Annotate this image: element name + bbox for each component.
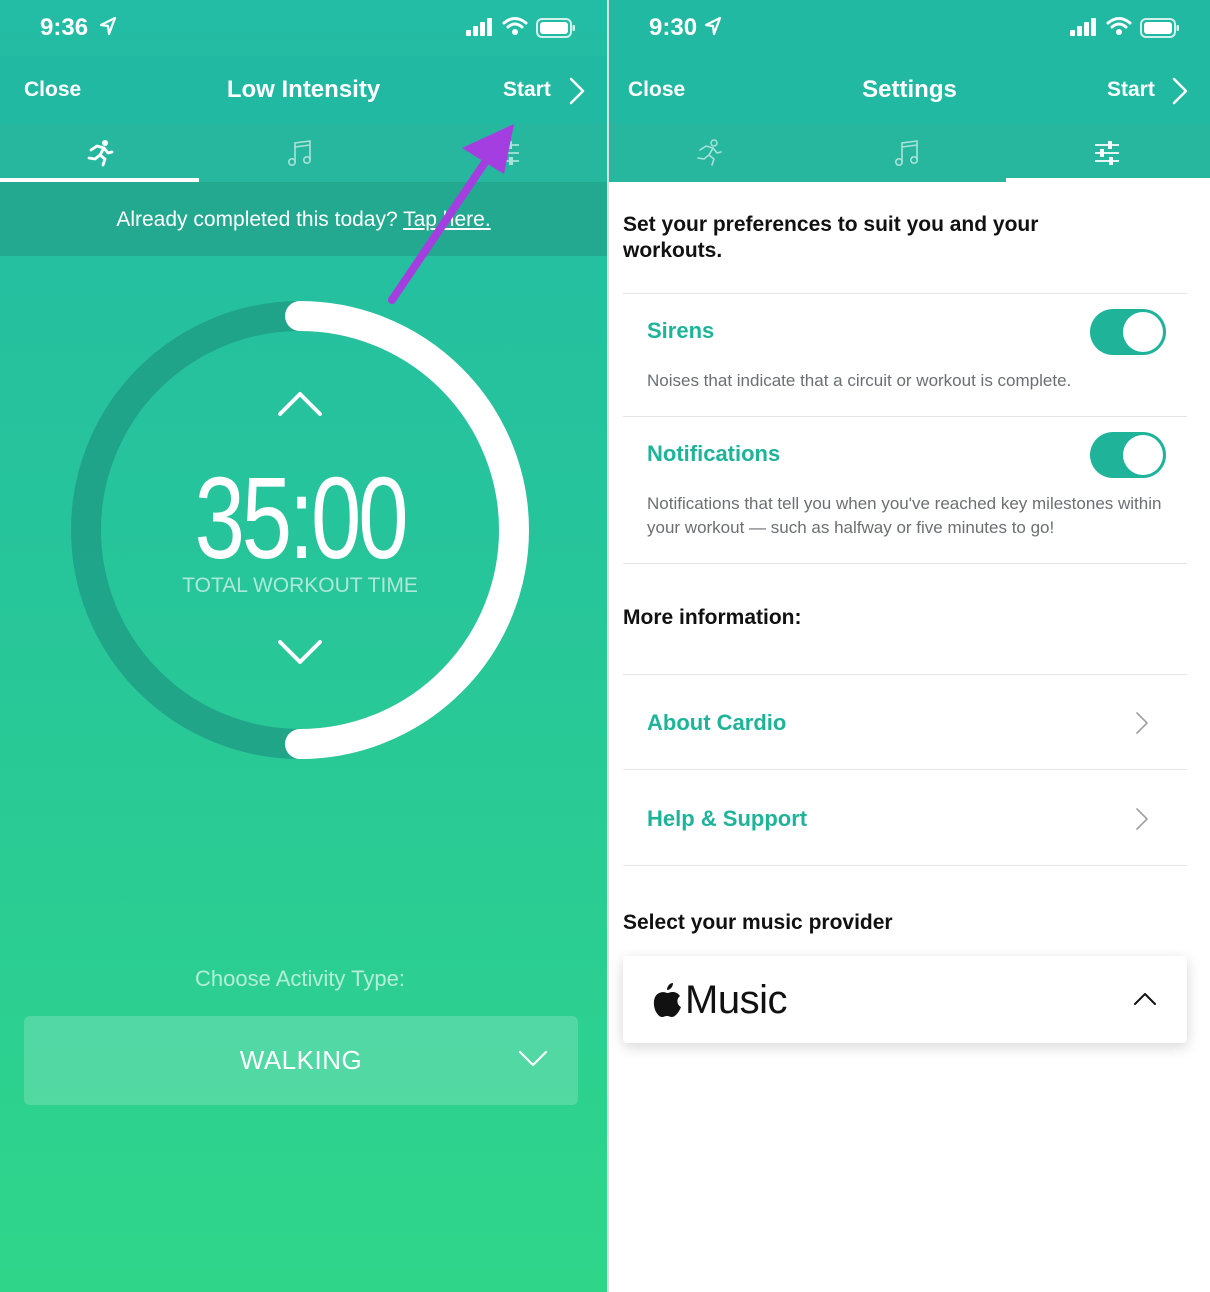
battery-icon: [536, 18, 575, 38]
toggle-knob: [1123, 312, 1163, 352]
activity-type-value: WALKING: [239, 1045, 363, 1075]
tab-settings[interactable]: [1007, 124, 1207, 182]
tab-music[interactable]: [200, 124, 400, 182]
status-time: 9:36: [40, 14, 89, 41]
workout-time-label: TOTAL WORKOUT TIME: [182, 574, 418, 597]
setting-description: Noises that indicate that a circuit or w…: [647, 371, 1072, 390]
about-cardio-link[interactable]: About Cardio: [647, 710, 786, 736]
activity-type-dropdown[interactable]: WALKING: [24, 1016, 578, 1105]
tab-music[interactable]: [807, 124, 1007, 182]
cellular-signal-icon: [466, 18, 492, 36]
start-button[interactable]: Start: [1107, 78, 1155, 102]
location-arrow-icon: [704, 16, 722, 36]
music-provider-name: Music: [685, 977, 787, 1022]
settings-screen: 9:30 Close Settings Start Set your prefe…: [609, 0, 1210, 1292]
divider: [623, 769, 1187, 770]
tab-activity[interactable]: [0, 124, 200, 182]
divider: [623, 674, 1187, 675]
workout-time-value: 35:00: [194, 453, 409, 583]
chevron-right-icon: [1136, 808, 1148, 830]
chevron-down-icon: [518, 1050, 548, 1067]
divider: [623, 563, 1187, 564]
start-button[interactable]: Start: [503, 78, 551, 102]
music-note-icon: [287, 140, 311, 166]
status-bar: 9:36: [0, 0, 607, 56]
notifications-toggle[interactable]: [1090, 432, 1166, 478]
divider: [623, 293, 1187, 294]
active-tab-indicator: [1006, 178, 1210, 182]
cellular-signal-icon: [1070, 18, 1096, 36]
running-icon: [697, 139, 722, 166]
divider: [623, 416, 1187, 417]
music-note-icon: [894, 140, 918, 166]
sirens-toggle[interactable]: [1090, 309, 1166, 355]
decrease-time-button[interactable]: [276, 638, 324, 668]
help-support-link[interactable]: Help & Support: [647, 806, 807, 832]
location-arrow-icon: [99, 16, 117, 36]
setting-title: Notifications: [647, 441, 781, 466]
chevron-up-icon: [1134, 993, 1156, 1005]
increase-time-button[interactable]: [276, 388, 324, 418]
sliders-icon: [1095, 141, 1119, 165]
nav-bar: Close Low Intensity Start: [0, 56, 607, 126]
chevron-right-icon: [1136, 712, 1148, 734]
banner-text: Already completed this today?: [116, 208, 404, 231]
toggle-knob: [1123, 435, 1163, 475]
more-information-heading: More information:: [623, 606, 802, 629]
status-time: 9:30: [649, 14, 698, 41]
battery-icon: [1140, 18, 1179, 38]
setting-title: Sirens: [647, 318, 715, 343]
low-intensity-screen: 9:36 Close Low Intensity Start Already c…: [0, 0, 607, 1292]
apple-music-logo: Music: [651, 978, 787, 1022]
chevron-right-icon[interactable]: [568, 76, 586, 106]
chevron-right-icon[interactable]: [1171, 76, 1189, 106]
running-icon: [87, 140, 114, 167]
music-provider-heading: Select your music provider: [623, 911, 893, 934]
wifi-icon: [1106, 17, 1132, 35]
setting-description: Notifications that tell you when you've …: [647, 494, 1162, 537]
annotation-arrow-icon: [388, 124, 514, 304]
apple-icon: [653, 983, 681, 1017]
activity-type-label: Choose Activity Type:: [195, 966, 405, 991]
tab-bar: [609, 124, 1210, 182]
tab-activity[interactable]: [609, 124, 809, 182]
status-bar: 9:30: [609, 0, 1210, 56]
settings-intro: Set your preferences to suit you and you…: [623, 213, 1039, 262]
nav-bar: Close Settings Start: [609, 56, 1210, 126]
wifi-icon: [502, 17, 528, 35]
divider: [623, 865, 1187, 866]
music-provider-dropdown[interactable]: Music: [623, 956, 1187, 1043]
